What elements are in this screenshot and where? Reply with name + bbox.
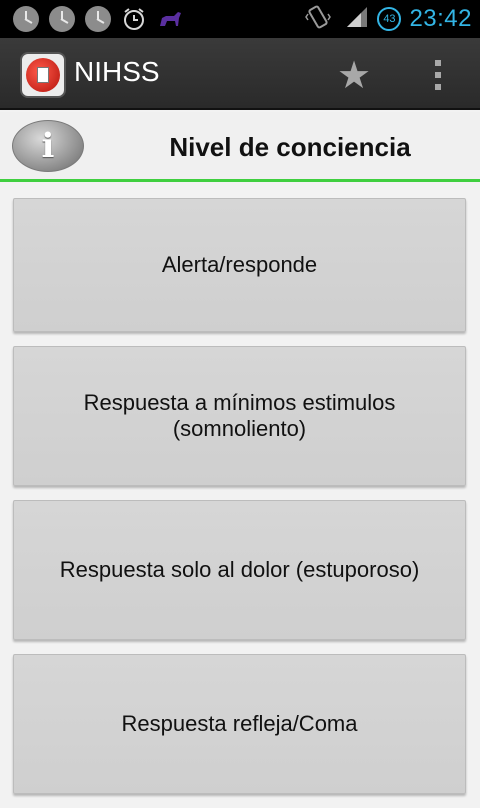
app-icon[interactable]: [20, 52, 66, 98]
favorite-button[interactable]: ★: [330, 52, 378, 98]
option-button-pain[interactable]: Respuesta solo al dolor (estuporoso): [13, 500, 466, 640]
option-label: Alerta/responde: [161, 252, 318, 277]
star-icon: ★: [336, 54, 372, 97]
overflow-dot: [435, 84, 441, 90]
section-header: i Nivel de conciencia: [0, 112, 480, 182]
clock-icon: [12, 5, 40, 33]
alarm-icon: [120, 5, 148, 33]
status-time: 23:42: [409, 5, 472, 32]
option-label: Respuesta a mínimos estimulos (somnolien…: [83, 390, 396, 441]
overflow-dot: [435, 60, 441, 66]
battery-level: 43: [377, 7, 402, 31]
action-bar: NIHSS ★: [0, 38, 480, 110]
clock-icon: [48, 5, 76, 33]
option-button-alert[interactable]: Alerta/responde: [13, 198, 466, 332]
clock-icon: [84, 5, 112, 33]
option-label: Respuesta refleja/Coma: [121, 711, 358, 736]
battery-icon: 43: [377, 7, 402, 31]
info-button[interactable]: i: [12, 120, 84, 172]
section-title: Nivel de conciencia: [169, 131, 411, 162]
signal-icon: [345, 5, 369, 34]
status-right: 43 23:42: [305, 0, 472, 38]
option-button-coma[interactable]: Respuesta refleja/Coma: [13, 654, 466, 794]
status-bar: 43 23:42: [0, 0, 480, 38]
dog-icon: [156, 5, 184, 33]
option-button-drowsy[interactable]: Respuesta a mínimos estimulos (somnolien…: [13, 346, 466, 486]
info-icon: i: [41, 126, 55, 166]
vibrate-icon: [305, 4, 332, 35]
overflow-menu-button[interactable]: [420, 52, 456, 98]
option-list: Alerta/responde Respuesta a mínimos esti…: [13, 198, 467, 808]
overflow-dot: [435, 72, 441, 78]
option-label: Respuesta solo al dolor (estuporoso): [59, 557, 420, 582]
app-title: NIHSS: [74, 56, 160, 87]
